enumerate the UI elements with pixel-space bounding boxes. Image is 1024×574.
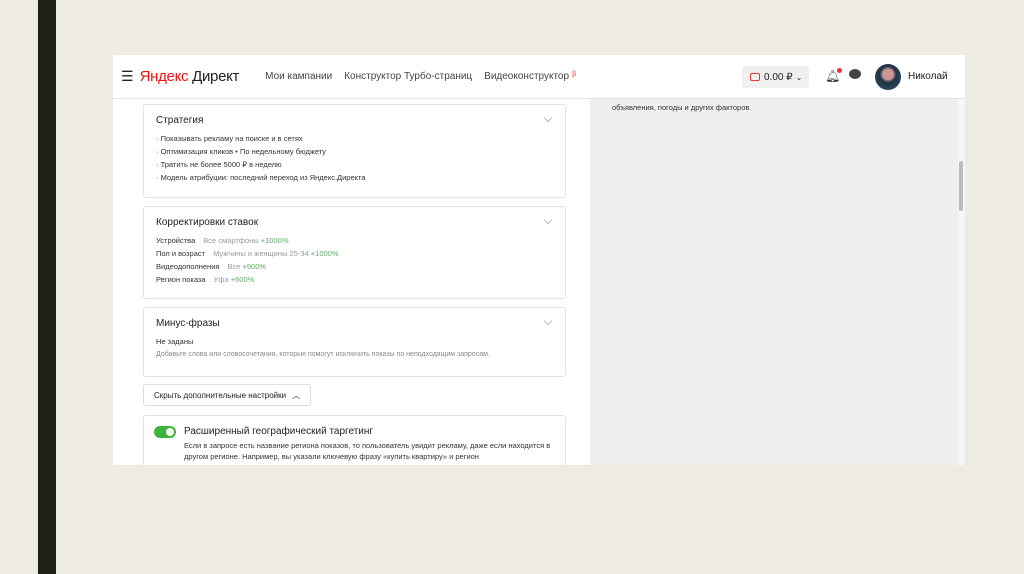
card-title: Минус-фразы <box>156 318 220 329</box>
geo-targeting-card: Расширенный географический таргетинг Есл… <box>143 415 566 465</box>
bell-icon[interactable]: 🔔︎ <box>825 68 843 83</box>
chat-icon[interactable] <box>849 69 861 79</box>
bid-row: Видеодополнения Все +900% <box>156 262 267 271</box>
button-label: Скрыть дополнительные настройки <box>154 390 287 400</box>
avatar[interactable] <box>875 64 901 90</box>
balance-value: 0.00 ₽ <box>764 71 793 83</box>
list-item: · Показывать рекламу на поиске и в сетях <box>156 134 303 143</box>
chevron-up-icon: ︿ <box>292 390 301 400</box>
beta-badge: β <box>572 71 577 78</box>
menu-icon[interactable]: ☰ <box>121 68 134 85</box>
nav-label: Видеоконструктор <box>484 71 570 82</box>
notification-dot <box>837 68 843 73</box>
list-item: · Оптимизация кликов • По недельному бюд… <box>156 147 327 156</box>
header: ☰ Яндекс Директ Мои кампании Конструктор… <box>113 55 965 99</box>
bid-row: Регион показа Уфа +600% <box>156 275 255 284</box>
logo-product: Директ <box>192 68 240 85</box>
bid-adjustments-card[interactable]: Корректировки ставок Устройства Все смарт… <box>143 206 566 299</box>
list-item: · Тратить не более 5000 ₽ в неделю <box>156 160 282 169</box>
slide-edge-bar <box>38 0 56 574</box>
strategy-card[interactable]: Стратегия · Показывать рекламу на поиске… <box>143 104 566 198</box>
logo-brand: Яндекс <box>139 68 189 85</box>
scrollbar[interactable] <box>958 99 965 465</box>
help-panel: объявления, погоды и других факторов. <box>590 99 958 465</box>
help-text: объявления, погоды и других факторов. <box>612 103 752 112</box>
hint-text: Добавьте слова или словосочетания, котор… <box>156 351 490 358</box>
geo-targeting-toggle[interactable] <box>154 426 176 438</box>
status-text: Не заданы <box>156 337 194 346</box>
card-title: Корректировки ставок <box>156 217 259 228</box>
geo-description: Если в запросе есть название региона пок… <box>184 441 551 461</box>
logo[interactable]: Яндекс Директ <box>140 68 240 85</box>
nav-video-constructor[interactable]: Видеоконструктор β <box>484 71 576 82</box>
user-name[interactable]: Николай <box>908 71 948 82</box>
bid-row: Устройства Все смартфоны +1000% <box>156 236 289 245</box>
list-item: · Модель атрибуции: последний переход из… <box>156 173 366 182</box>
bid-row: Пол и возраст Мужчины и женщины 25-34 +10… <box>156 249 339 258</box>
negative-keywords-card[interactable]: Минус-фразы Не заданы Добавьте слова или… <box>143 307 566 377</box>
nav-my-campaigns[interactable]: Мои кампании <box>265 71 332 82</box>
scrollbar-thumb[interactable] <box>959 161 963 211</box>
nav-turbo-pages[interactable]: Конструктор Турбо-страниц <box>344 71 472 82</box>
app-window: ☰ Яндекс Директ Мои кампании Конструктор… <box>113 55 965 465</box>
chevron-down-icon: ⌄ <box>795 72 803 82</box>
card-title: Расширенный географический таргетинг <box>184 426 374 437</box>
wallet-icon <box>750 73 760 81</box>
campaign-settings: Стратегия · Показывать рекламу на поиске… <box>113 99 590 465</box>
card-title: Стратегия <box>156 115 204 126</box>
hide-settings-button[interactable]: Скрыть дополнительные настройки ︿ <box>143 384 312 406</box>
balance-button[interactable]: 0.00 ₽ ⌄ <box>742 66 809 88</box>
